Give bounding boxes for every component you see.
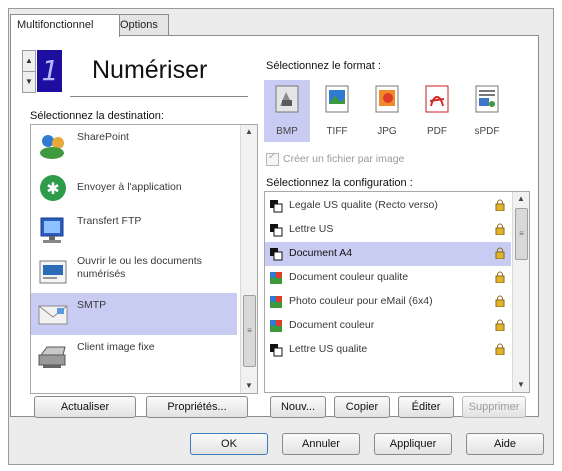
color-scan-icon: [270, 320, 282, 332]
destination-item-open-documents[interactable]: Ouvrir le ou les documents numérisés: [31, 251, 237, 293]
lock-icon: [495, 199, 505, 211]
page-title: Numériser: [92, 56, 208, 84]
destination-label: Sélectionnez la destination:: [30, 110, 164, 122]
scroll-down-arrow[interactable]: ▼: [241, 379, 257, 393]
counter-display: 1: [37, 50, 62, 92]
one-file-per-image-label: Créer un fichier par image: [283, 153, 405, 165]
destination-label-sharepoint: SharePoint: [77, 131, 129, 143]
checkmark-icon: ✓: [268, 151, 277, 162]
destination-item-still-image-client[interactable]: Client image fixe: [31, 335, 237, 377]
format-spdf[interactable]: sPDF: [464, 80, 510, 142]
format-label-bmp: BMP: [276, 126, 298, 137]
new-button[interactable]: Nouv...: [270, 396, 326, 418]
configuration-item[interactable]: Legale US qualite (Recto verso): [265, 194, 511, 218]
ftp-transfer-icon: [40, 217, 64, 243]
destination-item-send-to-application[interactable]: ✱ Envoyer à l'application: [31, 167, 237, 209]
help-button[interactable]: Aide: [466, 433, 544, 455]
configuration-label-text: Document A4: [289, 247, 353, 259]
configuration-list[interactable]: Legale US qualite (Recto verso) Lettre U…: [264, 191, 530, 393]
destination-label-smtp: SMTP: [77, 299, 107, 311]
send-to-application-icon: ✱: [40, 175, 66, 201]
still-image-client-icon: [38, 346, 66, 368]
destination-scrollbar[interactable]: ▲ ≡ ▼: [240, 125, 257, 393]
destination-item-ftp[interactable]: Transfert FTP: [31, 209, 237, 251]
destination-item-smtp[interactable]: SMTP: [31, 293, 237, 335]
tiff-format-icon: [325, 85, 349, 113]
black-white-scan-icon: [270, 344, 283, 357]
scan-counter: ▲ ▼ 1: [22, 50, 62, 93]
scroll-thumb[interactable]: ≡: [515, 208, 528, 260]
pdf-format-icon: [425, 85, 449, 113]
apply-button[interactable]: Appliquer: [374, 433, 452, 455]
configuration-label-text: Lettre US qualite: [289, 343, 368, 355]
scroll-thumb[interactable]: ≡: [243, 295, 256, 367]
bmp-format-icon: [275, 85, 299, 113]
destination-label-ftp: Transfert FTP: [77, 215, 142, 227]
lock-icon: [495, 319, 505, 331]
open-documents-icon: [39, 260, 67, 284]
svg-text:✱: ✱: [46, 179, 59, 198]
destination-item-sharepoint[interactable]: SharePoint: [31, 125, 237, 167]
lock-icon: [495, 223, 505, 235]
format-label-pdf: PDF: [427, 126, 447, 137]
format-bmp[interactable]: BMP: [264, 80, 310, 142]
destination-label-send-to-application: Envoyer à l'application: [77, 181, 182, 193]
format-label: Sélectionnez le format :: [266, 60, 381, 72]
title-underline: [70, 96, 248, 97]
black-white-scan-icon: [270, 200, 283, 213]
configuration-label-text: Legale US qualite (Recto verso): [289, 199, 438, 211]
tab-options[interactable]: Options: [113, 14, 169, 35]
ok-button[interactable]: OK: [190, 433, 268, 455]
configuration-scrollbar[interactable]: ▲ ≡ ▼: [512, 192, 529, 392]
spin-down-button[interactable]: ▼: [22, 71, 36, 93]
tab-multifunction[interactable]: Multifonctionnel: [10, 14, 120, 37]
spin-up-button[interactable]: ▲: [22, 50, 36, 72]
configuration-item[interactable]: Document couleur qualite: [265, 266, 511, 290]
refresh-button[interactable]: Actualiser: [34, 396, 136, 418]
format-pdf[interactable]: PDF: [414, 80, 460, 142]
cancel-button[interactable]: Annuler: [282, 433, 360, 455]
destination-label-open-documents: Ouvrir le ou les documents numérisés: [77, 255, 202, 280]
delete-button[interactable]: Supprimer: [462, 396, 526, 418]
edit-button[interactable]: Éditer: [398, 396, 454, 418]
sharepoint-icon: [40, 135, 64, 159]
color-scan-icon: [270, 272, 282, 284]
smtp-email-icon: [38, 305, 68, 325]
scroll-up-arrow[interactable]: ▲: [513, 192, 529, 206]
destination-label-still-image-client: Client image fixe: [77, 341, 155, 353]
lock-icon: [495, 271, 505, 283]
scroll-up-arrow[interactable]: ▲: [241, 125, 257, 139]
lock-icon: [495, 295, 505, 307]
scroll-down-arrow[interactable]: ▼: [513, 378, 529, 392]
format-label-tiff: TIFF: [326, 126, 348, 137]
format-tiff[interactable]: TIFF: [314, 80, 360, 142]
black-white-scan-icon: [270, 224, 283, 237]
black-white-scan-icon: [270, 248, 283, 261]
lock-icon: [495, 247, 505, 259]
configuration-item[interactable]: Document couleur: [265, 314, 511, 338]
configuration-label-text: Document couleur: [289, 319, 375, 331]
destination-list[interactable]: SharePoint ✱ Envoyer à l'application Tra…: [30, 124, 258, 394]
one-file-per-image-checkbox[interactable]: ✓: [266, 151, 279, 166]
format-selector: BMP TIFF JPG PDF sPDF: [264, 80, 526, 142]
format-label-spdf: sPDF: [474, 126, 500, 137]
format-jpg[interactable]: JPG: [364, 80, 410, 142]
configuration-item-selected[interactable]: Document A4: [265, 242, 511, 266]
configuration-item[interactable]: Photo couleur pour eMail (6x4): [265, 290, 511, 314]
configuration-label-text: Photo couleur pour eMail (6x4): [289, 295, 433, 307]
jpg-format-icon: [375, 85, 399, 113]
properties-button[interactable]: Propriétés...: [146, 396, 248, 418]
copy-button[interactable]: Copier: [334, 396, 390, 418]
format-label-jpg: JPG: [377, 126, 397, 137]
configuration-label-text: Document couleur qualite: [289, 271, 409, 283]
lock-icon: [495, 343, 505, 355]
configuration-label-text: Lettre US: [289, 223, 334, 235]
configuration-item[interactable]: Lettre US: [265, 218, 511, 242]
configuration-item[interactable]: Lettre US qualite: [265, 338, 511, 362]
color-scan-icon: [270, 296, 282, 308]
spdf-format-icon: [475, 85, 499, 113]
configuration-label: Sélectionnez la configuration :: [266, 177, 413, 189]
